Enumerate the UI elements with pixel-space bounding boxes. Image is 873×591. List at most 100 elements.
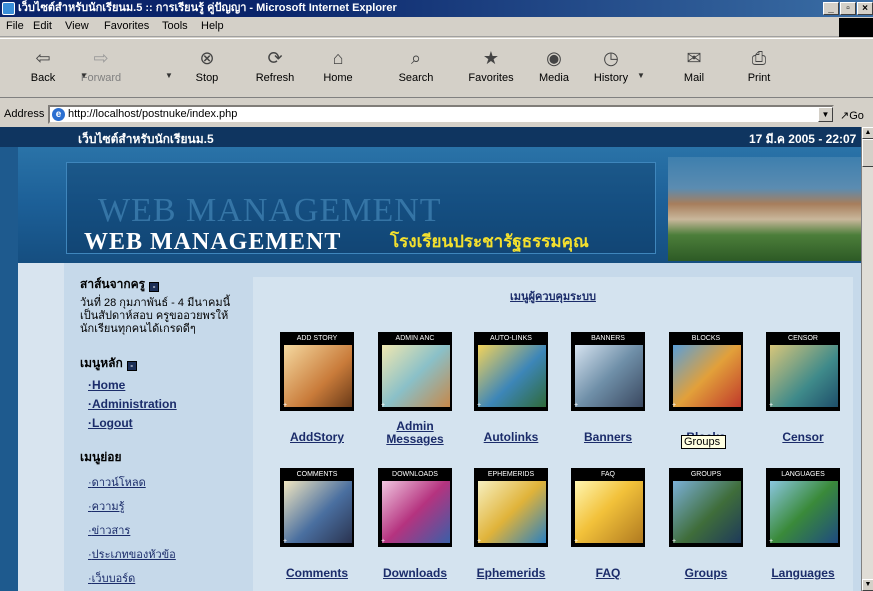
sidebar-link-administration[interactable]: ·Administration [88,397,250,411]
back-button[interactable]: ⇦ Back [15,43,71,84]
faq-icon[interactable]: FAQ + [571,468,645,547]
toolbar-label: Media [539,72,569,84]
stop-icon: ⊗ [199,48,215,68]
history-icon: ◷ [603,48,619,68]
back-dropdown-icon[interactable]: ▼ [80,71,88,80]
vertical-scrollbar[interactable]: ▲ ▼ [861,127,873,591]
page-content: เว็บไซต์สำหรับนักเรียนม.5 17 มี.ค 2005 -… [0,127,861,591]
module-artwork [575,345,643,407]
sidebar-link-topics[interactable]: ·ประเภทของหัวข้อ [88,545,250,563]
scroll-down-button[interactable]: ▼ [862,579,873,591]
module-artwork [770,345,838,407]
address-input[interactable]: http://localhost/postnuke/index.php [48,105,834,124]
module-artwork [673,481,741,543]
module-link-faq[interactable]: FAQ [553,567,663,580]
windows-logo [839,18,873,37]
maximize-button[interactable]: ▫ [840,2,856,15]
module-link-ephemerids[interactable]: Ephemerids [456,567,566,580]
tooltip: Groups [681,435,726,449]
menu-file[interactable]: File [6,20,24,32]
module-link-addstory[interactable]: AddStory [262,431,372,444]
plus-icon: + [283,538,288,545]
banner-title: WEB MANAGEMENT [84,229,342,255]
module-link-autolinks[interactable]: Autolinks [456,431,566,444]
scroll-thumb[interactable] [862,139,873,167]
plus-icon: + [672,402,677,409]
plus-icon: + [672,538,677,545]
module-tile-label: FAQ [572,469,644,480]
menu-help[interactable]: Help [201,20,224,32]
blocks-icon[interactable]: BLOCKS + [669,332,743,411]
module-link-languages[interactable]: Languages [748,567,858,580]
autolinks-icon[interactable]: AUTO-LINKS + [474,332,548,411]
module-link-admin-messages[interactable]: Admin Messages [380,420,450,446]
print-button[interactable]: ⎙ Print [731,43,787,84]
module-artwork [382,481,450,543]
module-link-downloads[interactable]: Downloads [360,567,470,580]
banner-ghost-text: WEB MANAGEMENT [98,192,442,229]
media-button[interactable]: ◉ Media [526,43,582,84]
mail-button[interactable]: ✉ Mail [666,43,722,84]
minimize-button[interactable]: _ [823,2,839,15]
sidebar-link-logout[interactable]: ·Logout [88,416,250,430]
teacher-message-title: สาส์นจากครู [80,277,146,291]
module-link-censor[interactable]: Censor [748,431,858,444]
address-dropdown-button[interactable]: ▼ [818,107,833,122]
search-button[interactable]: ⌕ Search [388,43,444,84]
plus-icon: + [381,538,386,545]
module-link-comments[interactable]: Comments [262,567,372,580]
admin-messages-icon[interactable]: ADMIN ANC + [378,332,452,411]
menu-favorites[interactable]: Favorites [104,20,149,32]
toolbar-label: Favorites [468,72,514,84]
scroll-up-button[interactable]: ▲ [862,127,873,139]
admin-menu-heading[interactable]: เมนูผู้ควบคุมระบบ [253,287,853,305]
sidebar-link-home[interactable]: ·Home [88,378,250,392]
home-button[interactable]: ⌂ Home [310,43,366,84]
collapse-icon[interactable]: - [149,282,160,292]
sidebar-link-knowledge[interactable]: ·ความรู้ [88,497,250,515]
mail-icon: ✉ [686,48,702,68]
sidebar-link-downloads[interactable]: ·ดาวน์โหลด [88,473,250,491]
plus-icon: + [381,402,386,409]
page-icon: e [52,108,65,121]
module-tile-label: BANNERS [572,333,644,344]
add-story-icon[interactable]: ADD STORY + [280,332,354,411]
module-artwork [478,345,546,407]
censor-icon[interactable]: CENSOR + [766,332,840,411]
menu-tools[interactable]: Tools [162,20,188,32]
plus-icon: + [574,402,579,409]
forward-arrow-icon: ⇨ [93,48,109,68]
module-tile-label: ADD STORY [281,333,353,344]
history-button[interactable]: ◷ History [583,43,639,84]
sidebar-link-news[interactable]: ·ข่าวสาร [88,521,250,539]
back-arrow-icon: ⇦ [35,48,51,68]
mail-dropdown-icon[interactable]: ▼ [637,71,645,80]
plus-icon: + [283,402,288,409]
module-link-groups[interactable]: Groups [651,567,761,580]
comments-icon[interactable]: COMMENTS + [280,468,354,547]
stop-button[interactable]: ⊗ Stop [179,43,235,84]
module-link-banners[interactable]: Banners [553,431,663,444]
forward-dropdown-icon[interactable]: ▼ [165,71,173,80]
downloads-icon[interactable]: DOWNLOADS + [378,468,452,547]
ie-window-icon[interactable] [2,2,15,15]
languages-icon[interactable]: LANGUAGES + [766,468,840,547]
collapse-icon[interactable]: - [126,361,137,371]
groups-icon[interactable]: GROUPS + [669,468,743,547]
banners-icon[interactable]: BANNERS + [571,332,645,411]
go-arrow-icon: ↗ [840,110,850,122]
sidebar-link-webboard[interactable]: ·เว็บบอร์ด [88,569,250,587]
refresh-button[interactable]: ⟳ Refresh [247,43,303,84]
menu-view[interactable]: View [65,20,89,32]
menu-edit[interactable]: Edit [33,20,52,32]
module-tile-label: COMMENTS [281,469,353,480]
module-tile-label: EPHEMERIDS [475,469,547,480]
close-button[interactable]: × [857,2,873,15]
window-title-bar[interactable]: เว็บไซต์สำหรับนักเรียนม.5 :: การเรียนรู้… [0,0,873,17]
go-button[interactable]: ↗Go [840,109,864,122]
plus-icon: + [769,402,774,409]
module-artwork [575,481,643,543]
sub-menu-title: เมนูย่อย [80,450,122,464]
ephemerids-icon[interactable]: EPHEMERIDS + [474,468,548,547]
favorites-button[interactable]: ★ Favorites [463,43,519,84]
